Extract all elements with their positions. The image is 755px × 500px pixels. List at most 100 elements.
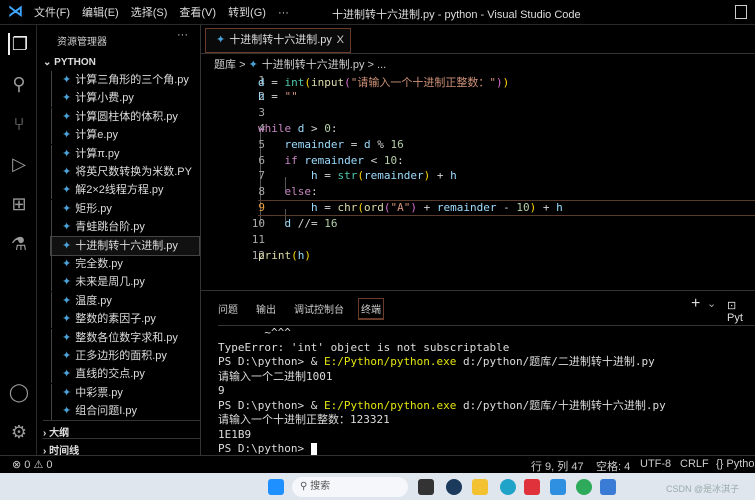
netease-music-icon[interactable] xyxy=(524,479,540,495)
terminal-line: PS D:\python> & E:/Python/python.exe d:/… xyxy=(218,355,755,370)
vscode-taskbar-icon[interactable] xyxy=(550,479,566,495)
extensions-icon[interactable]: ⊞ xyxy=(8,193,30,215)
code-token: + xyxy=(536,201,557,215)
file-name: 整数的素因子.py xyxy=(75,313,156,326)
file-item[interactable]: ✦ 正多边形的面积.py xyxy=(51,347,199,365)
window-title: 十进制转十六进制.py - python - Visual Studio Cod… xyxy=(332,9,581,21)
terminal-line: ~^^^ xyxy=(218,326,755,341)
terminal-dropdown-icon[interactable]: ⌄ xyxy=(707,297,716,310)
file-name: 温度.py xyxy=(75,294,112,307)
language-mode[interactable]: {} Python xyxy=(716,458,755,470)
file-item[interactable]: ✦ 温度.py xyxy=(51,291,199,310)
code-token: remainder xyxy=(284,137,345,151)
line-number: 9 xyxy=(258,201,265,215)
menu-item[interactable]: ··· xyxy=(278,7,289,19)
menu-item[interactable]: 转到(G) xyxy=(228,7,266,19)
file-item[interactable]: ✦ 计算π.py xyxy=(51,144,199,163)
code-line: if remainder < 10: xyxy=(258,154,404,167)
settings-gear-icon[interactable]: ⚙ xyxy=(8,421,30,443)
breadcrumb-file[interactable]: 十进制转十六进制.py xyxy=(262,59,365,71)
line-number: 11 xyxy=(251,233,265,246)
source-control-icon[interactable]: ⑂ xyxy=(8,113,30,135)
file-item[interactable]: ✦ 计算小费.py xyxy=(51,89,199,108)
encoding[interactable]: UTF-8 xyxy=(640,458,671,470)
task-view-icon[interactable] xyxy=(418,479,434,495)
project-folder[interactable]: ⌄ PYTHON xyxy=(43,57,96,68)
search-icon[interactable]: ⚲ xyxy=(8,73,30,95)
menu-item[interactable]: 选择(S) xyxy=(131,7,168,19)
problems-count[interactable]: ⊗ 0 ⚠ 0 xyxy=(12,458,52,471)
file-item[interactable]: ✦ 十进制转十六进制.py xyxy=(50,235,200,256)
line-ending[interactable]: CRLF xyxy=(680,458,709,470)
file-item[interactable]: ✦ 计算三角形的三个角.py xyxy=(51,71,199,89)
file-item[interactable]: ✦ 矩形.py xyxy=(51,199,199,218)
edge-icon[interactable] xyxy=(500,479,516,495)
tab-output[interactable]: 输出 xyxy=(256,301,276,316)
file-item[interactable]: ✦ 将英尺数转换为米数.PY xyxy=(51,163,199,181)
layout-toggle-icon[interactable] xyxy=(735,5,747,19)
file-item[interactable]: ✦ 计算圆柱体的体积.py xyxy=(51,107,199,126)
menu-item[interactable]: 编辑(E) xyxy=(82,7,119,19)
file-item[interactable]: ✦ 组合问题I.py xyxy=(51,402,199,421)
menu-item[interactable]: 文件(F) xyxy=(34,7,70,19)
code-token: else xyxy=(284,185,312,199)
line-number: 2 xyxy=(258,89,265,103)
indentation[interactable]: 空格: 4 xyxy=(596,458,630,474)
cursor-position[interactable]: 行 9, 列 47 xyxy=(531,458,584,474)
terminal-output[interactable]: ~^^^ TypeError: 'int' object is not subsc… xyxy=(218,325,755,457)
file-item[interactable]: ✦ 完全数.py xyxy=(51,255,199,273)
tab-problems[interactable]: 问题 xyxy=(218,301,238,316)
account-icon[interactable]: ◯ xyxy=(8,381,30,403)
tab-label: 十进制转十六进制.py xyxy=(229,34,332,46)
menu-item[interactable]: 查看(V) xyxy=(179,7,216,19)
more-actions-button[interactable]: ··· xyxy=(177,29,188,41)
taskbar-search[interactable]: ⚲ 搜索 xyxy=(292,477,408,497)
run-debug-icon[interactable]: ▷ xyxy=(8,153,30,175)
file-item[interactable]: ✦ 计算e.py xyxy=(51,126,199,145)
python-file-icon: ✦ xyxy=(62,92,72,105)
code-token: ( xyxy=(291,248,298,262)
tab-terminal[interactable]: 终端 xyxy=(358,298,384,320)
outline-section[interactable]: › 大纲 xyxy=(43,420,201,439)
file-item[interactable]: ✦ 青蛙跳台阶.py xyxy=(51,218,199,237)
python-file-icon: ✦ xyxy=(62,147,72,160)
line-number: 3 xyxy=(258,105,265,119)
code-line: print(h) xyxy=(258,249,311,262)
tab-active-file[interactable]: ✦ 十进制转十六进制.py X xyxy=(205,28,351,53)
code-token: ( xyxy=(357,169,364,183)
file-item[interactable]: ✦ 整数的素因子.py xyxy=(51,310,199,329)
app-icon[interactable] xyxy=(576,479,592,495)
close-tab-icon[interactable]: X xyxy=(337,29,344,52)
file-item[interactable]: ✦ 未来是周几.py xyxy=(51,273,199,292)
code-editor[interactable]: 1d = int(input("请输入一个十进制正整数：")) 2 h = "" 3 4… xyxy=(201,72,755,272)
testing-icon[interactable]: ⚗ xyxy=(8,233,30,255)
bottom-panel: 问题 输出 调试控制台 终端 + ⌄ ⊡ Pyt ~^^^ TypeError: … xyxy=(201,290,755,455)
window-app-icon[interactable] xyxy=(600,479,616,495)
code-token: % xyxy=(370,137,391,151)
file-item[interactable]: ✦ 整数各位数字求和.py xyxy=(51,328,199,347)
python-file-icon: ✦ xyxy=(62,276,72,289)
python-file-icon: ✦ xyxy=(62,368,72,381)
python-file-icon: ✦ xyxy=(62,350,72,362)
breadcrumb-symbol[interactable]: ... xyxy=(377,59,386,71)
file-item[interactable]: ✦ 直线的交点.py xyxy=(51,365,199,384)
breadcrumb-folder[interactable]: 题库 xyxy=(214,59,236,71)
start-icon[interactable] xyxy=(268,479,284,495)
terminal-text: 1E1B9 xyxy=(218,427,252,441)
steam-icon[interactable] xyxy=(446,479,462,495)
tab-debug-console[interactable]: 调试控制台 xyxy=(294,301,344,316)
file-name: 直线的交点.py xyxy=(75,368,145,381)
file-item[interactable]: ✦ 解2×2线程方程.py xyxy=(51,181,199,200)
terminal-text: ~^^^ xyxy=(218,326,291,339)
new-terminal-button[interactable]: + xyxy=(691,295,700,313)
file-explorer-icon[interactable] xyxy=(472,479,488,495)
explorer-icon[interactable]: ❐ xyxy=(8,33,30,55)
terminal-instance[interactable]: ⊡ Pyt xyxy=(727,299,755,324)
line-number: 8 xyxy=(258,185,265,199)
file-item[interactable]: ✦ 中彩票.py xyxy=(51,383,199,402)
file-name: 中彩票.py xyxy=(75,386,123,399)
terminal-text: E:/Python/python.exe xyxy=(323,355,457,368)
